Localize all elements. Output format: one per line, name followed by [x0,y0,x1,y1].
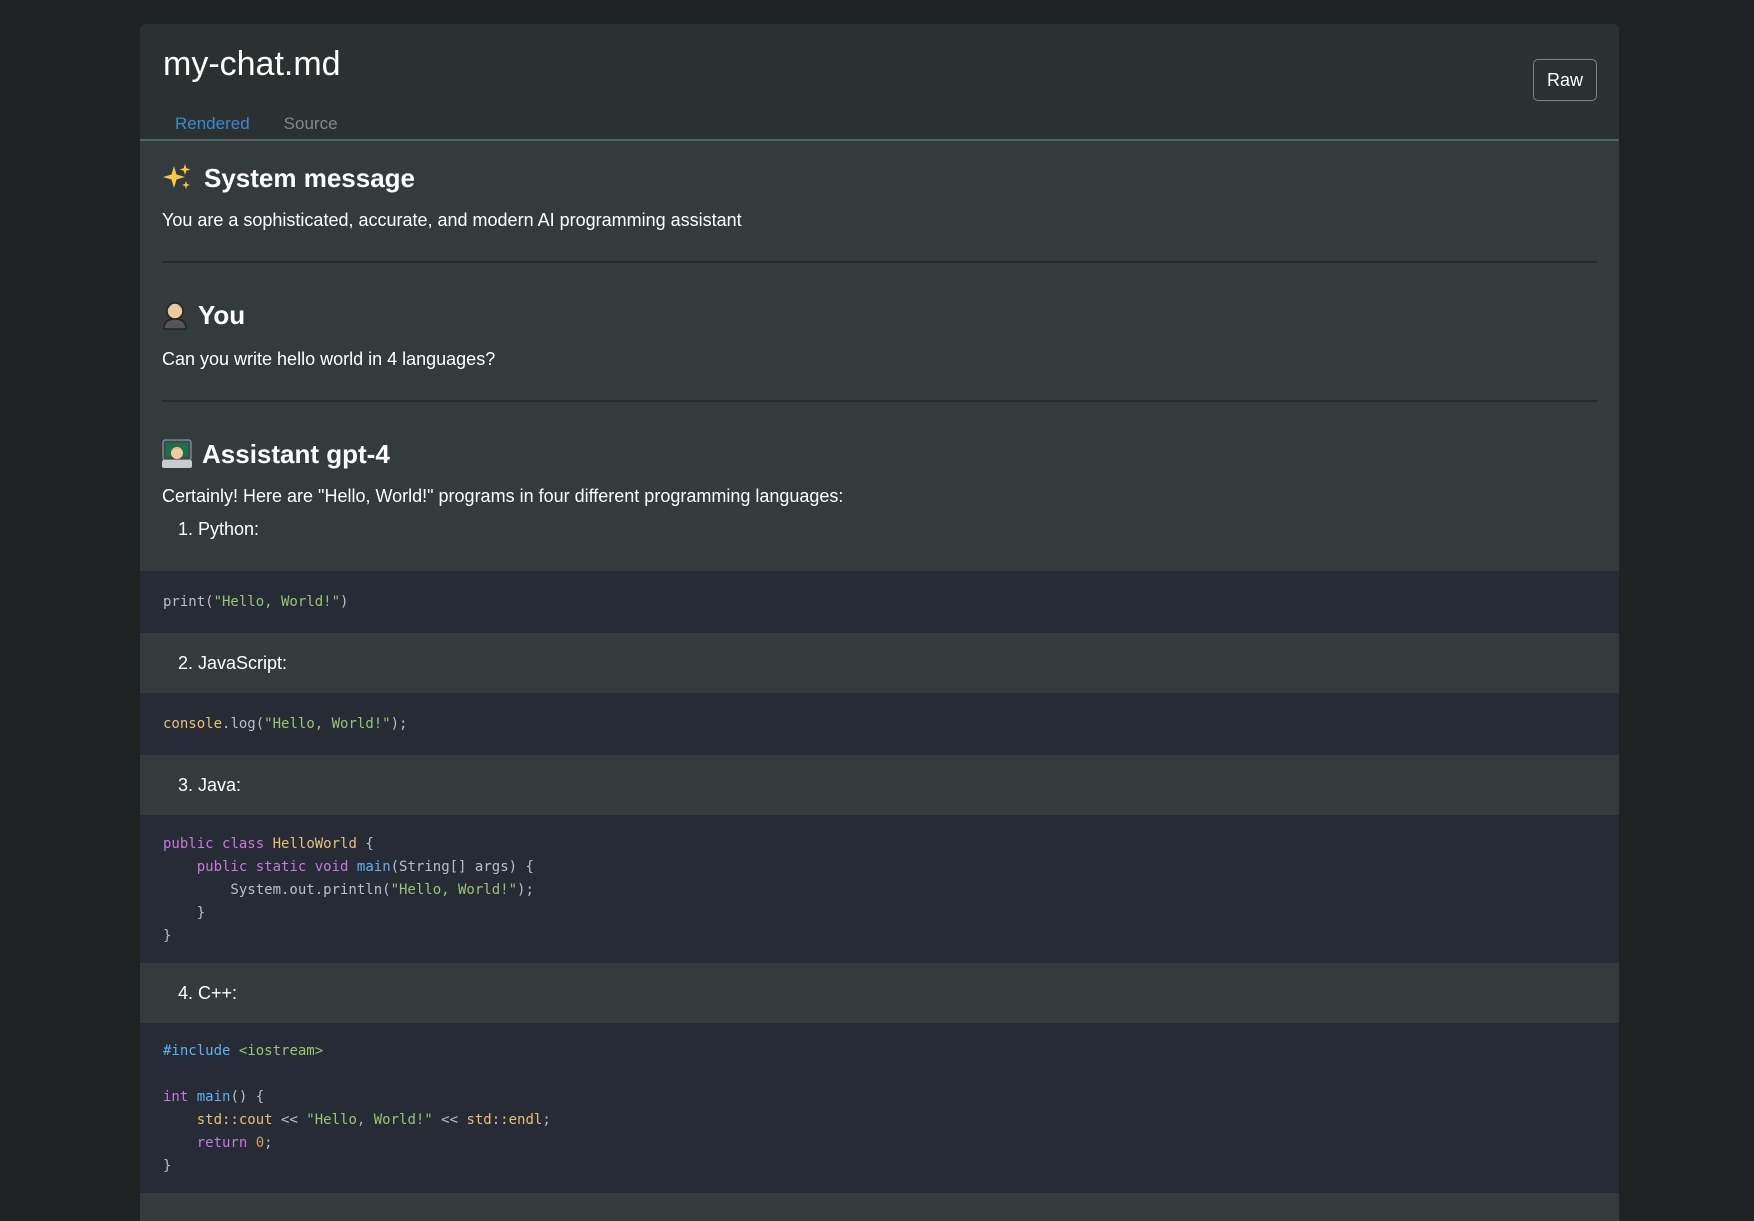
code-line: } [163,928,172,944]
code-line: public class HelloWorld { [163,836,374,852]
user-message-heading: You [162,295,1597,335]
tab-source[interactable]: Source [267,106,355,146]
system-message-heading: System message [162,158,1597,198]
assistant-message-heading: Assistant gpt-4 [162,434,1597,474]
list-item-javascript: 2. JavaScript: [140,633,1619,693]
system-message-title: System message [204,162,416,193]
rendered-content: System message You are a sophisticated, … [140,141,1619,1221]
view-tabs: Rendered Source [158,106,355,148]
assistant-intro-text: Certainly! Here are "Hello, World!" prog… [162,486,844,506]
technologist-icon [162,439,192,469]
list-item-python: 1. Python: [140,517,1619,571]
code-line: return 0; [196,1135,273,1151]
code-block-cpp: #include <iostream> int main() { std::co… [140,1023,1619,1193]
viewer-header: my-chat.md Raw Rendered Source [140,24,1619,148]
assistant-message-title: Assistant gpt-4 [202,438,390,469]
user-message-section: You Can you write hello world in 4 langu… [140,263,1619,400]
list-item-java: 3. Java: [140,755,1619,815]
list-item-label: 2. JavaScript: [178,652,288,673]
document-title: my-chat.md [163,45,341,83]
system-message-section: System message You are a sophisticated, … [140,141,1619,261]
assistant-message-section: Assistant gpt-4 Certainly! Here are "Hel… [140,402,1619,517]
code-block-java: public class HelloWorld { public static … [140,815,1619,963]
list-item-label: 1. Python: [178,519,260,539]
list-item-label: 4. C++: [178,982,238,1003]
code-line: } [163,905,206,921]
user-message-title: You [198,299,246,330]
user-message-text: Can you write hello world in 4 languages… [162,349,496,369]
system-message-text: You are a sophisticated, accurate, and m… [162,210,742,230]
raw-button[interactable]: Raw [1533,59,1597,101]
code-line: public static void main(String[] args) { [196,859,534,875]
code-block-python: print("Hello, World!") [140,571,1619,633]
code-line: int main() { [163,1089,265,1105]
code-line: #include <iostream> [163,1043,324,1059]
code-line: console.log("Hello, World!"); [163,716,408,732]
list-item-label: 3. Java: [178,774,242,795]
code-line: std::cout << "Hello, World!" << std::end… [196,1112,551,1128]
user-icon [162,300,188,330]
markdown-viewer: my-chat.md Raw Rendered Source System me… [140,24,1619,1221]
code-line: print("Hello, World!") [163,594,349,610]
content-footer [140,1193,1619,1221]
code-line: System.out.println("Hello, World!"); [163,882,534,898]
code-block-javascript: console.log("Hello, World!"); [140,693,1619,755]
sparkles-icon [162,163,192,193]
code-line: } [163,1158,172,1174]
list-item-cpp: 4. C++: [140,963,1619,1023]
